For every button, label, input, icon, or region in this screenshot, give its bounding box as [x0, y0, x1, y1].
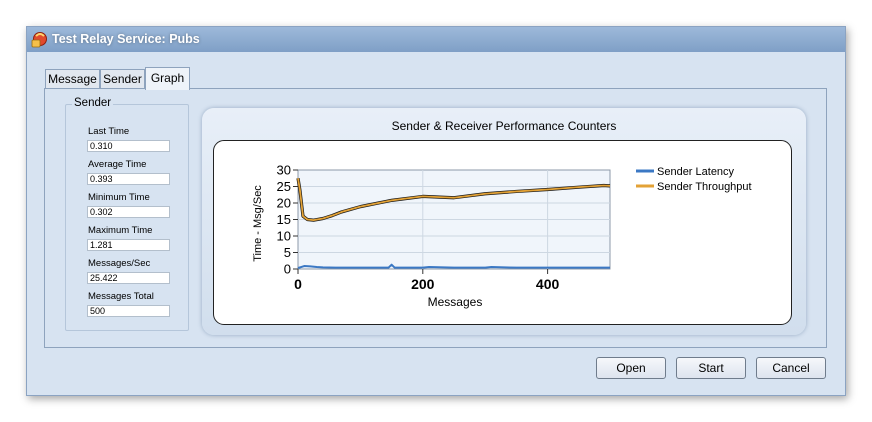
- minimum-time-label: Minimum Time: [88, 192, 150, 203]
- x-tick-label: 0: [294, 276, 302, 292]
- last-time-field[interactable]: 0.310: [87, 140, 170, 152]
- maximum-time-label: Maximum Time: [88, 225, 153, 236]
- y-tick-label: 25: [277, 179, 291, 194]
- y-tick-label: 15: [277, 212, 291, 227]
- sender-groupbox: Sender Last Time 0.310 Average Time 0.39…: [65, 97, 189, 331]
- window-title: Test Relay Service: Pubs: [52, 32, 200, 46]
- performance-chart: 0 510 1520 2530 0 200 400 Messages Time - Msg/Se…: [252, 163, 752, 310]
- messages-total-field[interactable]: 500: [87, 305, 170, 317]
- messages-per-sec-label: Messages/Sec: [88, 258, 151, 269]
- maximum-time-field[interactable]: 1.281: [87, 239, 170, 251]
- cancel-button[interactable]: Cancel: [756, 357, 826, 379]
- chart-frame: Sender & Receiver Performance Counters 0…: [202, 108, 806, 335]
- legend-label-0: Sender Latency: [657, 166, 735, 178]
- tab-message[interactable]: Message: [45, 69, 100, 89]
- x-tick-label: 200: [411, 276, 435, 292]
- y-axis-title: Time - Msg/Sec: [252, 185, 264, 262]
- minimum-time-field[interactable]: 0.302: [87, 206, 170, 218]
- x-axis-title: Messages: [428, 295, 483, 309]
- graph-tab-panel: Sender Last Time 0.310 Average Time 0.39…: [44, 88, 827, 348]
- average-time-field[interactable]: 0.393: [87, 173, 170, 185]
- y-tick-label: 20: [277, 196, 291, 211]
- title-bar[interactable]: Test Relay Service: Pubs: [27, 27, 845, 52]
- tab-graph[interactable]: Graph: [145, 67, 190, 90]
- chart-title: Sender & Receiver Performance Counters: [391, 119, 617, 133]
- y-tick-label: 0: [284, 262, 291, 277]
- y-tick-label: 30: [277, 163, 291, 178]
- tab-sender[interactable]: Sender: [100, 69, 145, 89]
- y-tick-label: 5: [284, 245, 291, 260]
- messages-per-sec-field[interactable]: 25.422: [87, 272, 170, 284]
- start-button[interactable]: Start: [676, 357, 746, 379]
- open-button[interactable]: Open: [596, 357, 666, 379]
- average-time-label: Average Time: [88, 159, 147, 170]
- chart-area: 0 5 10 15 20 25 30 0 200 400 Messages Time - Msg/Se…: [213, 140, 792, 325]
- dialog-window: Test Relay Service: Pubs Message Sender …: [26, 26, 846, 396]
- messages-total-label: Messages Total: [88, 291, 154, 302]
- sender-group-title: Sender: [72, 97, 114, 109]
- legend-label-1: Sender Throughput: [657, 181, 752, 193]
- y-tick-label: 10: [277, 229, 291, 244]
- app-icon: [31, 32, 47, 48]
- x-tick-label: 400: [536, 276, 560, 292]
- last-time-label: Last Time: [88, 126, 130, 137]
